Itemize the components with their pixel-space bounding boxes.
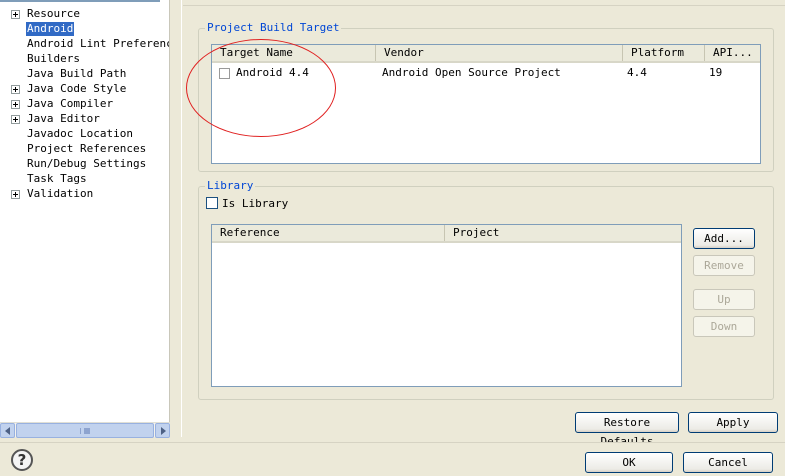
scroll-left-button[interactable]: [0, 423, 15, 438]
cancel-button[interactable]: Cancel: [683, 452, 773, 473]
tree-item[interactable]: Javadoc Location: [26, 127, 134, 141]
target-name-cell: Android 4.4: [236, 66, 309, 79]
tree-item[interactable]: Resource: [26, 7, 81, 21]
column-reference[interactable]: Reference: [212, 225, 444, 241]
restore-defaults-button[interactable]: Restore Defaults: [575, 412, 679, 448]
tree-item[interactable]: Java Build Path: [26, 67, 127, 81]
properties-tree[interactable]: ResourceAndroidAndroid Lint PreferencesB…: [0, 0, 170, 437]
target-vendor-cell: Android Open Source Project: [382, 66, 561, 79]
expand-icon[interactable]: [11, 190, 20, 199]
library-table-header: Reference Project: [212, 225, 681, 243]
arrow-left-icon: [5, 427, 10, 435]
tree-item[interactable]: Builders: [26, 52, 81, 66]
build-target-title: Project Build Target: [205, 21, 342, 35]
scroll-thumb[interactable]: [16, 423, 154, 438]
target-checkbox[interactable]: [219, 68, 230, 79]
column-target-name[interactable]: Target Name: [212, 45, 375, 61]
tree-item[interactable]: Android Lint Preferences: [26, 37, 169, 51]
up-button[interactable]: Up: [693, 289, 755, 310]
target-platform-cell: 4.4: [627, 66, 647, 79]
tree-item[interactable]: Task Tags: [26, 172, 88, 186]
panel-splitter[interactable]: [170, 0, 182, 437]
tree-item[interactable]: Run/Debug Settings: [26, 157, 147, 171]
arrow-right-icon: [161, 427, 166, 435]
tree-item[interactable]: Validation: [26, 187, 94, 201]
page-header-edge: [183, 0, 785, 6]
help-icon[interactable]: ?: [11, 449, 33, 471]
build-target-table[interactable]: Target Name Vendor Platform API... Andro…: [211, 44, 761, 164]
column-api[interactable]: API...: [704, 45, 761, 61]
is-library-label: Is Library: [222, 197, 289, 210]
tree-item[interactable]: Android: [26, 22, 75, 36]
expand-icon[interactable]: [11, 115, 20, 124]
grip-icon: [80, 428, 90, 434]
tree-item[interactable]: Java Compiler: [26, 97, 114, 111]
apply-button[interactable]: Apply: [688, 412, 778, 433]
column-vendor[interactable]: Vendor: [375, 45, 622, 61]
down-button[interactable]: Down: [693, 316, 755, 337]
tree-item[interactable]: Java Editor: [26, 112, 101, 126]
tree-item[interactable]: Project References: [26, 142, 147, 156]
column-platform[interactable]: Platform: [622, 45, 704, 61]
tree-horizontal-scrollbar[interactable]: [0, 422, 170, 438]
ok-button[interactable]: OK: [585, 452, 673, 473]
expand-icon[interactable]: [11, 100, 20, 109]
scroll-right-button[interactable]: [155, 423, 170, 438]
is-library-checkbox[interactable]: [206, 197, 218, 209]
expand-icon[interactable]: [11, 10, 20, 19]
build-target-table-header: Target Name Vendor Platform API...: [212, 45, 760, 63]
library-table[interactable]: Reference Project: [211, 224, 682, 387]
expand-icon[interactable]: [11, 85, 20, 94]
column-project[interactable]: Project: [444, 225, 682, 241]
tree-item[interactable]: Java Code Style: [26, 82, 127, 96]
add-button[interactable]: Add...: [693, 228, 755, 249]
library-title: Library: [205, 179, 256, 193]
remove-button[interactable]: Remove: [693, 255, 755, 276]
tree-top-border: [0, 0, 160, 2]
target-api-cell: 19: [709, 66, 723, 79]
